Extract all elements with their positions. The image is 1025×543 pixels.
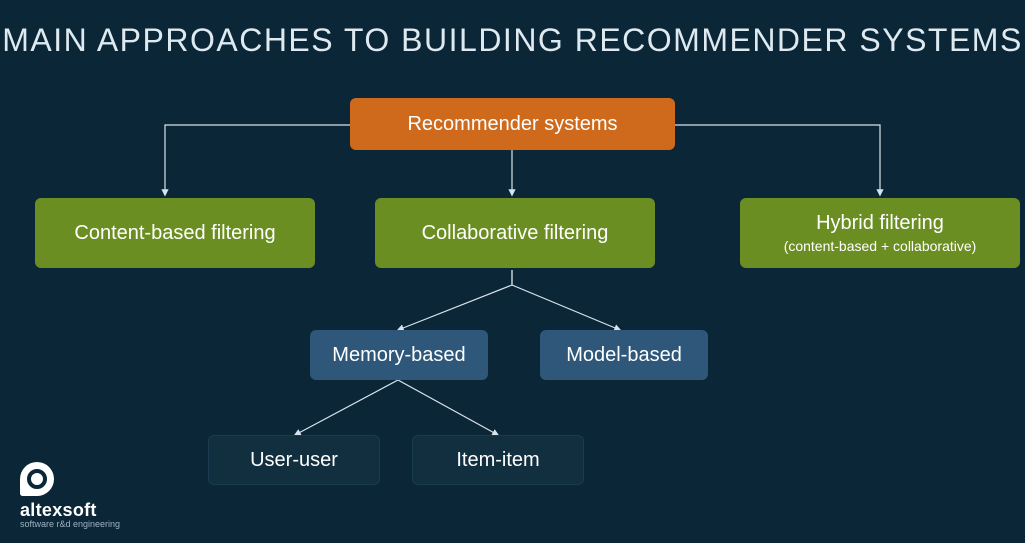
node-label: User-user [250,448,338,473]
logo-tagline: software r&d engineering [20,519,120,529]
node-item-item: Item-item [412,435,584,485]
node-label: Recommender systems [407,112,617,137]
node-label: Collaborative filtering [422,221,609,246]
logo-name: altexsoft [20,500,120,521]
node-label: Content-based filtering [74,221,275,246]
node-collaborative-filtering: Collaborative filtering [375,198,655,268]
node-label: Item-item [456,448,539,473]
diagram-canvas: Recommender systems Content-based filter… [0,0,1025,543]
node-memory-based: Memory-based [310,330,488,380]
node-model-based: Model-based [540,330,708,380]
logo-icon [20,462,54,496]
node-label: Hybrid filtering [816,211,944,236]
node-label: Memory-based [332,343,465,368]
node-label: Model-based [566,343,682,368]
node-recommender-systems: Recommender systems [350,98,675,150]
node-user-user: User-user [208,435,380,485]
node-sublabel: (content-based + collaborative) [784,238,977,256]
brand-logo: altexsoft software r&d engineering [20,462,120,529]
node-hybrid-filtering: Hybrid filtering (content-based + collab… [740,198,1020,268]
node-content-based-filtering: Content-based filtering [35,198,315,268]
